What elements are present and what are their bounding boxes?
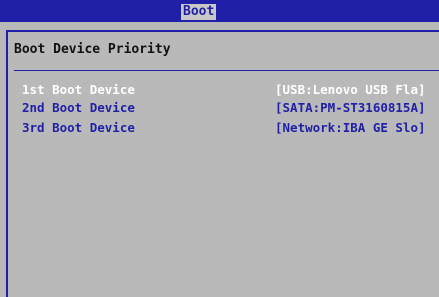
boot-device-label: 1st Boot Device (22, 82, 135, 97)
boot-device-row-2[interactable]: 2nd Boot Device [SATA:PM-ST3160815A] (22, 100, 439, 116)
bios-menu-bar: Boot (0, 0, 439, 22)
boot-device-value[interactable]: [Network:IBA GE Slo] (275, 120, 426, 136)
boot-device-row-3[interactable]: 3rd Boot Device [Network:IBA GE Slo] (22, 120, 439, 136)
boot-device-label: 2nd Boot Device (22, 100, 135, 115)
boot-device-label: 3rd Boot Device (22, 120, 135, 135)
bios-screen: Boot Boot Device Priority 1st Boot Devic… (0, 0, 439, 297)
panel-title: Boot Device Priority (14, 42, 171, 57)
title-divider (14, 70, 439, 71)
boot-device-row-1[interactable]: 1st Boot Device [USB:Lenovo USB Fla] (22, 82, 439, 98)
tab-boot[interactable]: Boot (181, 4, 217, 20)
boot-device-value[interactable]: [SATA:PM-ST3160815A] (275, 100, 426, 116)
boot-device-value[interactable]: [USB:Lenovo USB Fla] (275, 82, 426, 98)
